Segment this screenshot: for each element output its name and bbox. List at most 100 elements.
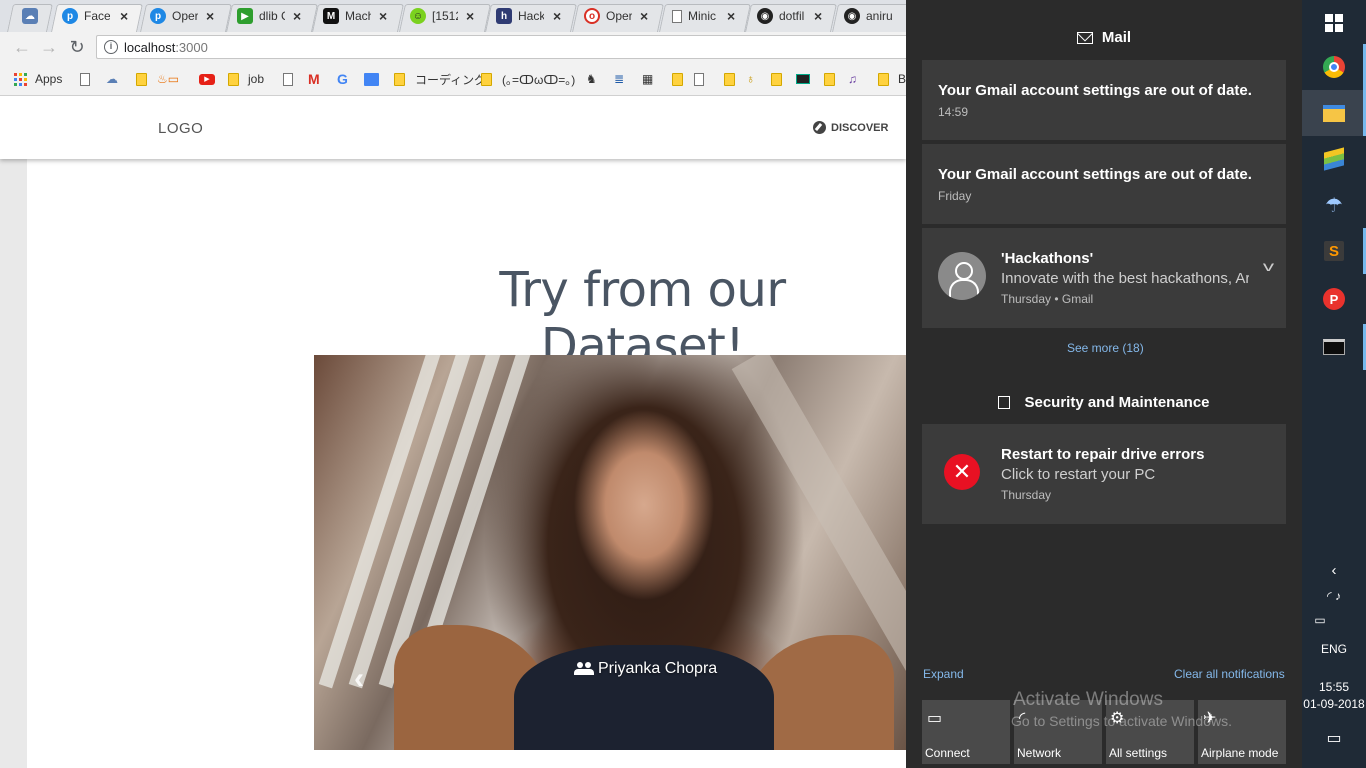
tab-title: dlib C [259, 9, 285, 23]
reload-icon[interactable]: ↻ [67, 37, 87, 57]
photo-caption: Priyanka Chopra [574, 660, 717, 678]
clock-date[interactable]: 01-09-2018 [1302, 697, 1366, 711]
connect-icon: ▭ [927, 710, 943, 727]
url-text[interactable]: localhost:3000 [124, 40, 208, 55]
bookmark-fire[interactable]: ♨▭ [157, 71, 179, 87]
bookmark-folder[interactable] [672, 71, 683, 87]
activation-watermark-text: Go to Settings to activate Windows. [1011, 713, 1232, 729]
github-icon: ◉ [757, 8, 773, 24]
bookmark-bulb[interactable]: ♁ [746, 71, 755, 87]
bookmark-youtube[interactable]: ▶ [199, 71, 215, 87]
bookmark-folder[interactable] [771, 71, 782, 87]
cloud-icon: ☁ [22, 8, 38, 24]
stack-icon: ≣ [614, 72, 625, 86]
taskbar-chrome[interactable] [1302, 44, 1366, 90]
start-button[interactable] [1302, 0, 1366, 46]
browser-toolbar: ← → ↻ i localhost:3000 [0, 32, 906, 62]
see-more-link[interactable]: See more (18) [1067, 341, 1144, 355]
bookmarks-bar: Apps ☁ ♨▭ ▶ job M G コーディング (｡=ↀωↀ=｡) ♞ ≣… [0, 62, 906, 96]
taskbar-app[interactable]: ☂ [1302, 182, 1366, 228]
bookmark-google[interactable]: G [337, 71, 348, 87]
bookmark-page[interactable] [283, 71, 293, 87]
address-bar[interactable]: i localhost:3000 [96, 35, 906, 59]
notification-card[interactable]: Your Gmail account settings are out of d… [922, 144, 1286, 224]
network-tray-icon[interactable]: ◜ ♪ [1302, 589, 1366, 603]
bookmark-cloud[interactable]: ☁ [106, 71, 118, 87]
bookmark-b[interactable]: B [878, 71, 906, 87]
google-icon: G [337, 71, 348, 87]
action-center: Mail Your Gmail account settings are out… [906, 0, 1302, 768]
bookmark-page[interactable] [80, 71, 90, 87]
close-icon[interactable]: × [640, 9, 648, 23]
carousel-prev-button[interactable]: ‹ [354, 662, 364, 696]
notification-center-icon[interactable]: ▭ [1302, 728, 1366, 748]
bookmark-folder[interactable] [136, 71, 147, 87]
battery-icon[interactable]: ▭ [1288, 613, 1352, 627]
back-arrow-icon[interactable]: ← [12, 37, 32, 57]
bookmark-page[interactable] [694, 71, 704, 87]
medium-icon: M [323, 8, 339, 24]
bookmark-coding[interactable]: コーディング [394, 71, 486, 87]
taskbar-sublime[interactable]: S [1302, 228, 1366, 274]
folder-icon [481, 72, 492, 86]
bookmark-chess[interactable]: ♞ [586, 71, 597, 87]
dataset-photo[interactable] [314, 355, 906, 750]
close-icon[interactable]: × [727, 9, 735, 23]
close-icon[interactable]: × [120, 9, 128, 23]
airplane-mode-button[interactable]: ✈ Airplane mode [1198, 700, 1286, 764]
chevron-left-icon[interactable]: ‹ [1302, 562, 1366, 579]
notification-card[interactable]: 'Hackathons' Innovate with the best hack… [922, 228, 1286, 328]
close-icon[interactable]: × [553, 9, 561, 23]
bookmark-gmail[interactable]: M [308, 71, 320, 87]
apps-grid-icon [14, 72, 27, 86]
close-icon[interactable]: × [206, 9, 214, 23]
bookmark-terminal[interactable] [796, 71, 810, 87]
bookmark-stack[interactable]: ≣ [614, 71, 624, 87]
bookmark-apps[interactable]: Apps [14, 71, 62, 87]
smiley-icon: ☺ [410, 8, 426, 24]
discover-link[interactable]: DISCOVER [813, 121, 888, 134]
forward-arrow-icon[interactable]: → [39, 37, 59, 57]
taskbar-terminal[interactable] [1302, 324, 1366, 370]
info-icon[interactable]: i [104, 40, 118, 54]
bookmark-job[interactable]: job [228, 71, 264, 87]
close-icon[interactable]: × [379, 9, 387, 23]
bookmark-kaomoji[interactable]: (｡=ↀωↀ=｡) [481, 71, 575, 87]
bookmark-folder[interactable] [724, 71, 735, 87]
mail-group-header[interactable]: Mail [906, 29, 1302, 46]
clear-all-notifications-link[interactable]: Clear all notifications [1174, 667, 1285, 681]
taskbar-bluestacks[interactable] [1302, 136, 1366, 182]
bookmark-calc[interactable]: ▦ [642, 71, 653, 87]
clock-time[interactable]: 15:55 [1302, 680, 1366, 694]
folder-icon [724, 72, 735, 86]
bookmark-docs[interactable] [364, 71, 379, 87]
page-icon [80, 72, 90, 86]
close-icon[interactable]: × [814, 9, 822, 23]
terminal-icon [1323, 339, 1345, 355]
folder-icon [672, 72, 683, 86]
notification-time: Friday [938, 189, 972, 203]
h-icon: h [496, 8, 512, 24]
connect-button[interactable]: ▭ Connect [922, 700, 1010, 764]
mail-icon [1076, 31, 1093, 44]
expand-link[interactable]: Expand [923, 667, 964, 681]
bookmark-music[interactable]: ♫ [848, 71, 857, 87]
dlib-icon: ▶ [237, 8, 253, 24]
notification-card[interactable]: Your Gmail account settings are out of d… [922, 60, 1286, 140]
avatar-icon [938, 252, 986, 300]
notification-meta: Thursday • Gmail [1001, 292, 1094, 306]
bookmark-folder[interactable] [824, 71, 835, 87]
notification-card[interactable]: ✕ Restart to repair drive errors Click t… [922, 424, 1286, 524]
taskbar-file-explorer[interactable] [1302, 90, 1366, 136]
language-indicator[interactable]: ENG [1302, 642, 1366, 656]
cloud-icon: ☁ [106, 72, 118, 86]
chevron-down-icon[interactable]: v [1263, 258, 1274, 274]
close-icon[interactable]: × [293, 9, 301, 23]
close-icon[interactable]: × [466, 9, 474, 23]
security-group-header[interactable]: Security and Maintenance [906, 394, 1302, 411]
notification-body: Innovate with the best hackathons, Ar [1001, 270, 1249, 287]
site-logo[interactable]: LOGO [158, 120, 203, 137]
notification-time: 14:59 [938, 105, 969, 119]
error-icon: ✕ [944, 454, 980, 490]
taskbar-postman[interactable]: P [1302, 276, 1366, 322]
